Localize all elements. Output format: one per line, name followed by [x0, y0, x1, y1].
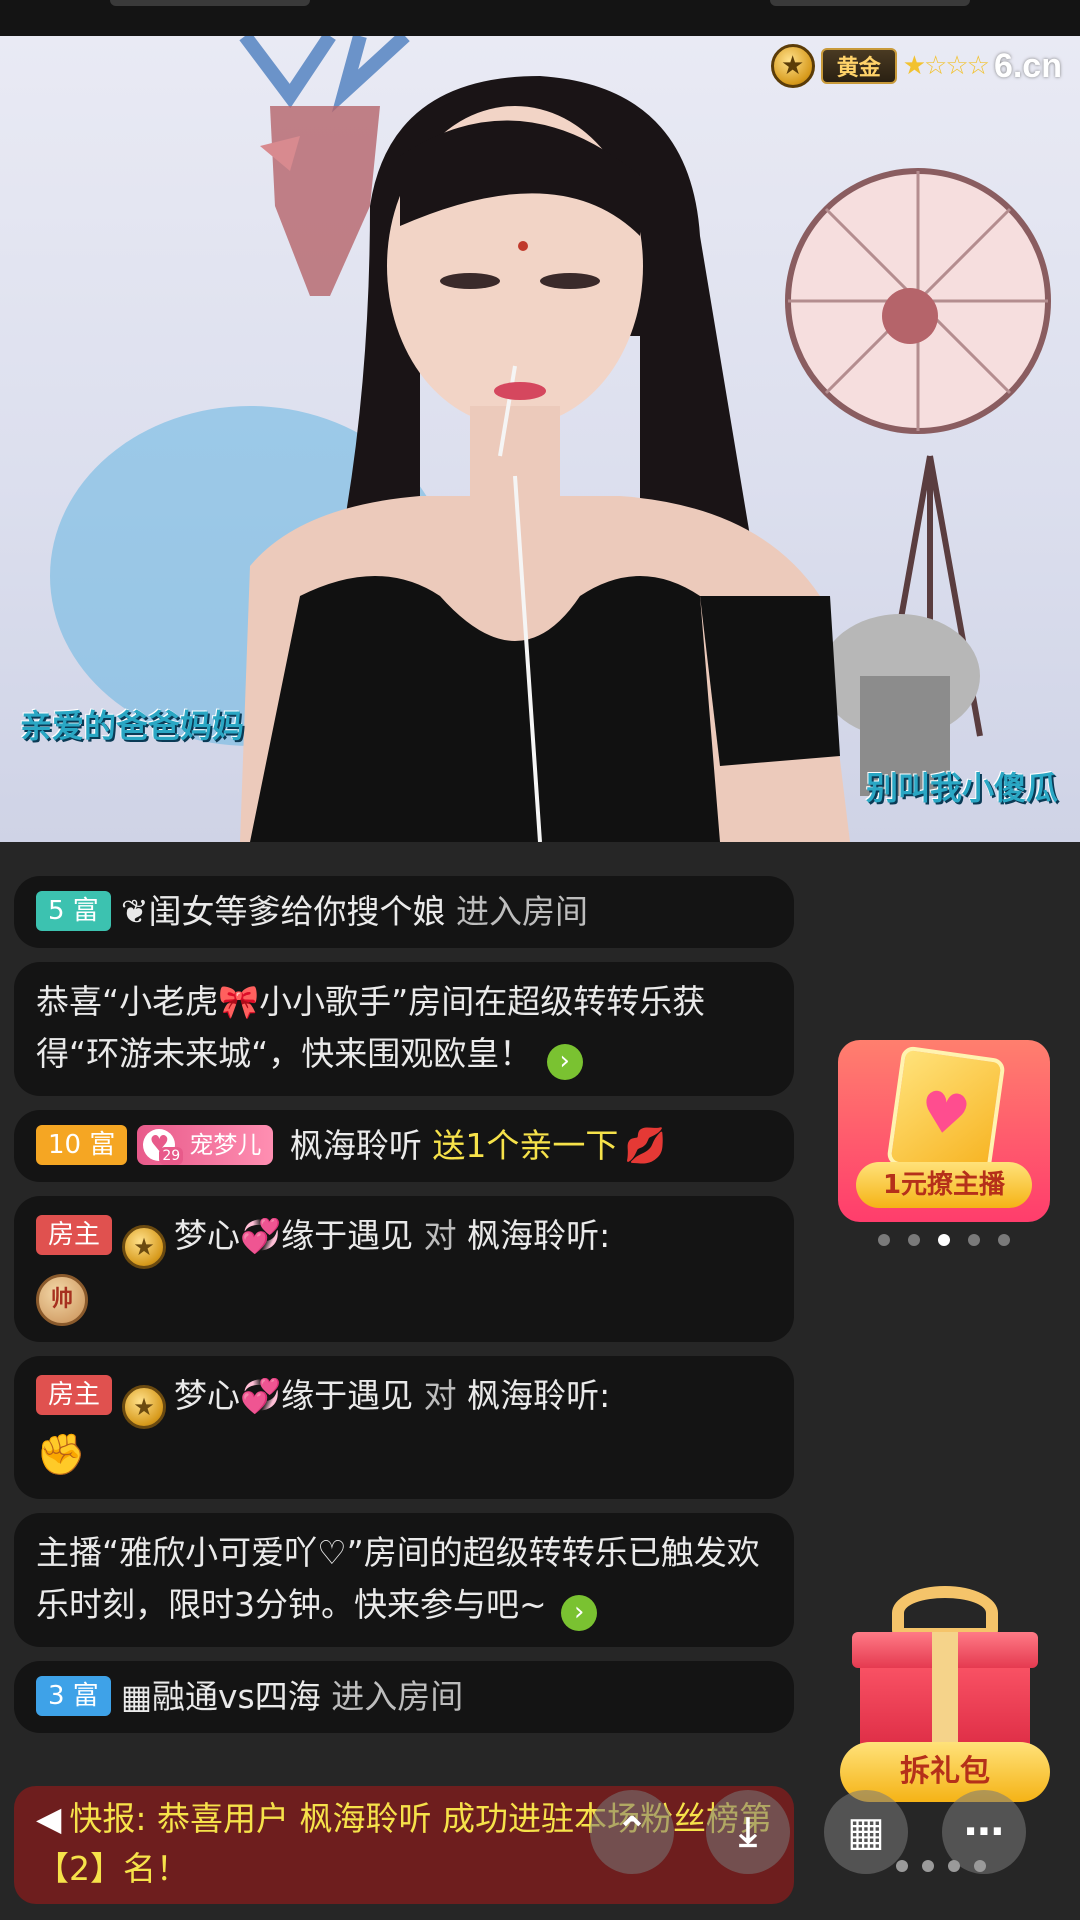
live-video[interactable]: ★ 黄金 ★☆☆☆ 6.cn 亲爱的爸爸妈妈 别叫我小傻瓜 [0, 36, 1080, 842]
gift-pack-button[interactable]: 拆礼包 [840, 1578, 1050, 1802]
user-icon: ❦ [120, 892, 149, 931]
status-strip [0, 0, 1080, 36]
wealth-badge: 3 富 [36, 1676, 111, 1716]
site-logo: 6.cn [993, 46, 1062, 85]
chat-action: 进入房间 [331, 1677, 464, 1716]
pager-dot [922, 1860, 934, 1872]
more-icon: ⋯ [964, 1809, 1004, 1855]
pager-dot [974, 1860, 986, 1872]
anchor-level-badge: ★ 黄金 ★☆☆☆ 6.cn [770, 44, 1062, 88]
host-badge: 房主 [36, 1215, 113, 1255]
chat-username[interactable]: 枫海聆听 [290, 1126, 422, 1165]
host-badge: 房主 [36, 1375, 113, 1415]
video-caption-left: 亲爱的爸爸妈妈 [20, 707, 245, 745]
wealth-badge: 10 富 [36, 1125, 128, 1165]
chat-message[interactable]: 5 富 ❦闺女等爹给你搜个娘 进入房间 [14, 876, 794, 948]
level-stars: ★☆☆☆ [902, 51, 990, 81]
gift-text: 送1个亲一下 [432, 1126, 619, 1165]
chat-message[interactable]: 10 富 ♥ 29 宠梦儿 枫海聆听 送1个亲一下 💋 [14, 1110, 794, 1182]
go-arrow-icon[interactable]: › [561, 1595, 598, 1631]
status-strip-left [110, 0, 310, 6]
pager-dot [896, 1860, 908, 1872]
love-card-icon: ♥ [886, 1045, 1006, 1179]
kiss-gift-icon: 💋 [624, 1126, 667, 1166]
chat-message[interactable]: 恭喜“小老虎🎀小小歌手”房间在超级转转乐获得“环游未来城“，快来围观欧皇！ › [14, 962, 794, 1096]
chess-piece-icon: 帅 [36, 1274, 88, 1326]
flash-news-bar[interactable]: ◀ 快报: 恭喜用户 枫海聆听 成功进驻本场粉丝榜第【2】名！ [14, 1786, 794, 1904]
chat-target[interactable]: 枫海聆听: [467, 1216, 610, 1255]
promo-label: 1元撩主播 [856, 1162, 1032, 1208]
pager-dot [968, 1234, 980, 1246]
pager-dot-active [938, 1234, 950, 1246]
speaker-icon: ◀ [36, 1799, 62, 1838]
status-strip-right [770, 0, 970, 6]
grid-icon: ▦ [847, 1809, 885, 1855]
pager-dot [948, 1860, 960, 1872]
level-medal-icon: ★ [770, 44, 815, 88]
pager-dot [998, 1234, 1010, 1246]
promo-pager [878, 1234, 1010, 1246]
chat-message[interactable]: 房主 ★ 梦心💞缘于遇见 对 枫海聆听: 帅 [14, 1196, 794, 1342]
user-icon: ▦ [120, 1677, 152, 1716]
chat-username[interactable]: 梦心💞缘于遇见 [174, 1216, 413, 1255]
medal-icon: ★ [122, 1385, 167, 1429]
gift-pager [896, 1860, 986, 1872]
download-icon: ⤓ [739, 1809, 757, 1855]
chat-username[interactable]: 闺女等爹给你搜个娘 [148, 892, 445, 931]
chat-action: 进入房间 [455, 892, 588, 931]
chat-list[interactable]: 5 富 ❦闺女等爹给你搜个娘 进入房间 恭喜“小老虎🎀小小歌手”房间在超级转转乐获… [14, 876, 794, 1747]
go-arrow-icon[interactable]: › [546, 1044, 583, 1080]
chat-message[interactable]: 房主 ★ 梦心💞缘于遇见 对 枫海聆听: ✊ [14, 1356, 794, 1499]
video-caption-right: 别叫我小傻瓜 [865, 769, 1058, 807]
wealth-badge: 5 富 [36, 891, 111, 931]
download-button[interactable]: ⤓ [706, 1790, 790, 1874]
pager-dot [908, 1234, 920, 1246]
share-icon: ⌃ [615, 1809, 649, 1855]
system-notice-text: 恭喜“小老虎🎀小小歌手”房间在超级转转乐获得“环游未来城“，快来围观欧皇！ [36, 982, 706, 1073]
system-notice-text: 主播“雅欣小可爱吖♡”房间的超级转转乐已触发欢乐时刻，限时3分钟。快来参与吧~ [36, 1533, 760, 1624]
chat-username[interactable]: 融通vs四海 [152, 1677, 321, 1716]
fan-badge: ♥ 29 宠梦儿 [137, 1125, 274, 1165]
level-label: 黄金 [820, 48, 897, 84]
promo-banner[interactable]: ♥ 1元撩主播 [838, 1040, 1050, 1222]
fist-emoji-icon: ✊ [36, 1432, 86, 1478]
chat-message[interactable]: 3 富 ▦融通vs四海 进入房间 [14, 1661, 794, 1733]
fan-badge-name: 宠梦儿 [189, 1131, 262, 1159]
pager-dot [878, 1234, 890, 1246]
fan-level: 29 [159, 1147, 184, 1165]
chat-message[interactable]: 主播“雅欣小可爱吖♡”房间的超级转转乐已触发欢乐时刻，限时3分钟。快来参与吧~ … [14, 1513, 794, 1647]
chat-to-label: 对 [423, 1216, 457, 1255]
chat-target[interactable]: 枫海聆听: [467, 1376, 610, 1415]
medal-icon: ★ [122, 1225, 167, 1269]
chat-to-label: 对 [423, 1376, 457, 1415]
share-button[interactable]: ⌃ [590, 1790, 674, 1874]
chat-username[interactable]: 梦心💞缘于遇见 [174, 1376, 413, 1415]
